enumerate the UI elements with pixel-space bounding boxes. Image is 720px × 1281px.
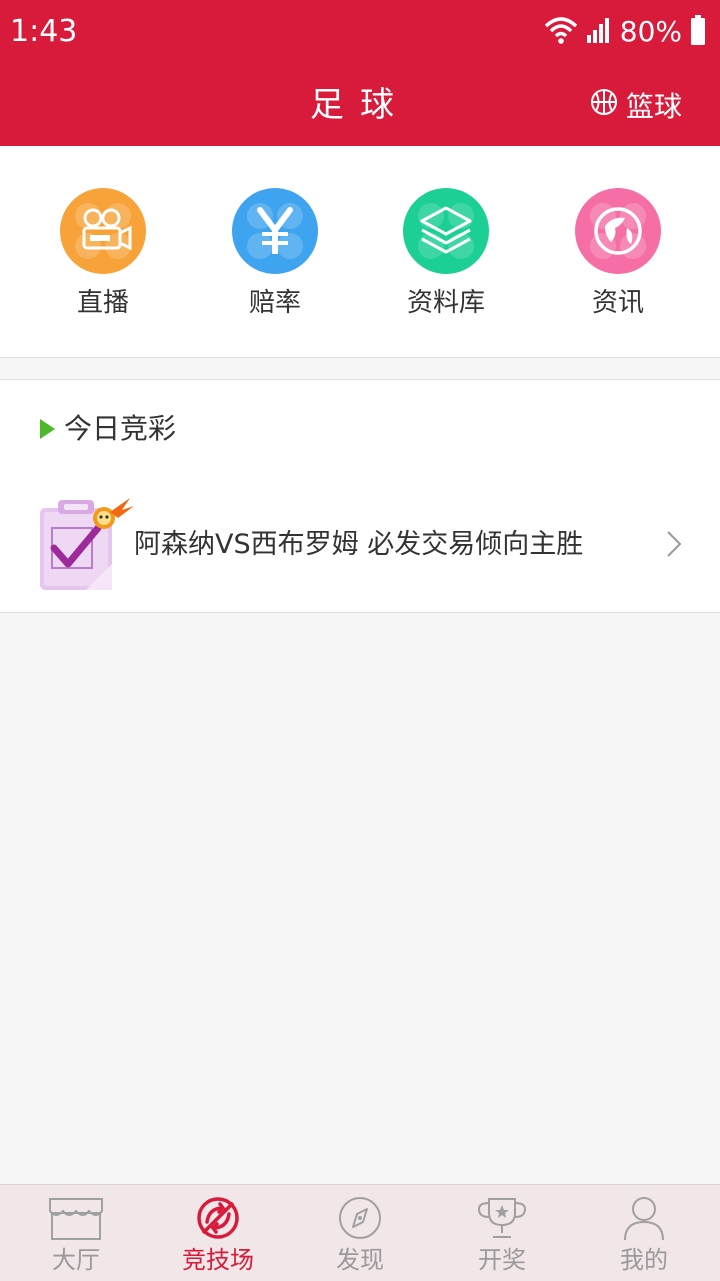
bottom-nav: 大厅 竞技场 发现 开奖 我的 [0,1184,720,1281]
switch-label: 篮球 [625,90,682,123]
status-bar: 1:43 80% [0,0,720,64]
nav-label-mine: 我的 [620,1246,668,1274]
chevron-right-icon [666,530,682,562]
switch-basketball-button[interactable]: 篮球 [590,64,682,146]
menu-label-database: 资料库 [406,288,485,318]
user-icon [572,1195,716,1245]
trophy-icon [430,1195,574,1245]
section-title: 今日竞彩 [64,412,177,445]
video-camera-icon [60,188,146,274]
section-today-lottery: 今日竞彩 [0,379,720,479]
wifi-icon [544,16,578,48]
nav-label-lottery-results: 开奖 [478,1246,526,1274]
battery-icon [690,15,706,49]
status-time: 1:43 [10,14,78,49]
menu-item-odds[interactable]: 赔率 [189,188,361,320]
yen-icon [232,188,318,274]
list-item[interactable]: 阿森纳VS西布罗姆 必发交易倾向主胜 [0,478,720,613]
nav-label-discover: 发现 [336,1246,384,1274]
menu-item-database[interactable]: 资料库 [360,188,532,320]
status-icons: 80% [544,12,706,52]
menu-label-news: 资讯 [591,288,644,318]
battery-percent: 80% [619,15,682,48]
app-header: 足球 篮球 [0,64,720,146]
nav-item-lottery-results[interactable]: 开奖 [430,1185,574,1281]
nav-item-discover[interactable]: 发现 [288,1185,432,1281]
store-icon [4,1195,148,1245]
menu-item-news[interactable]: 资讯 [532,188,704,320]
nav-item-mine[interactable]: 我的 [572,1185,716,1281]
menu-label-odds: 赔率 [248,288,301,318]
arena-icon [146,1195,290,1245]
compass-icon [288,1195,432,1245]
nav-label-arena: 竞技场 [182,1246,254,1274]
menu-label-live: 直播 [76,288,129,318]
layers-icon [403,188,489,274]
play-arrow-icon [40,419,55,439]
nav-item-lobby[interactable]: 大厅 [4,1185,148,1281]
news-globe-icon [575,188,661,274]
feature-menu: 直播 赔率 资料库 资讯 [0,146,720,358]
signal-icon [586,17,612,47]
checklist-fire-icon [36,498,136,594]
basketball-icon [590,88,618,123]
list-item-text: 阿森纳VS西布罗姆 必发交易倾向主胜 [134,529,584,560]
nav-label-lobby: 大厅 [52,1246,100,1274]
menu-item-live[interactable]: 直播 [17,188,189,320]
nav-item-arena[interactable]: 竞技场 [146,1185,290,1281]
